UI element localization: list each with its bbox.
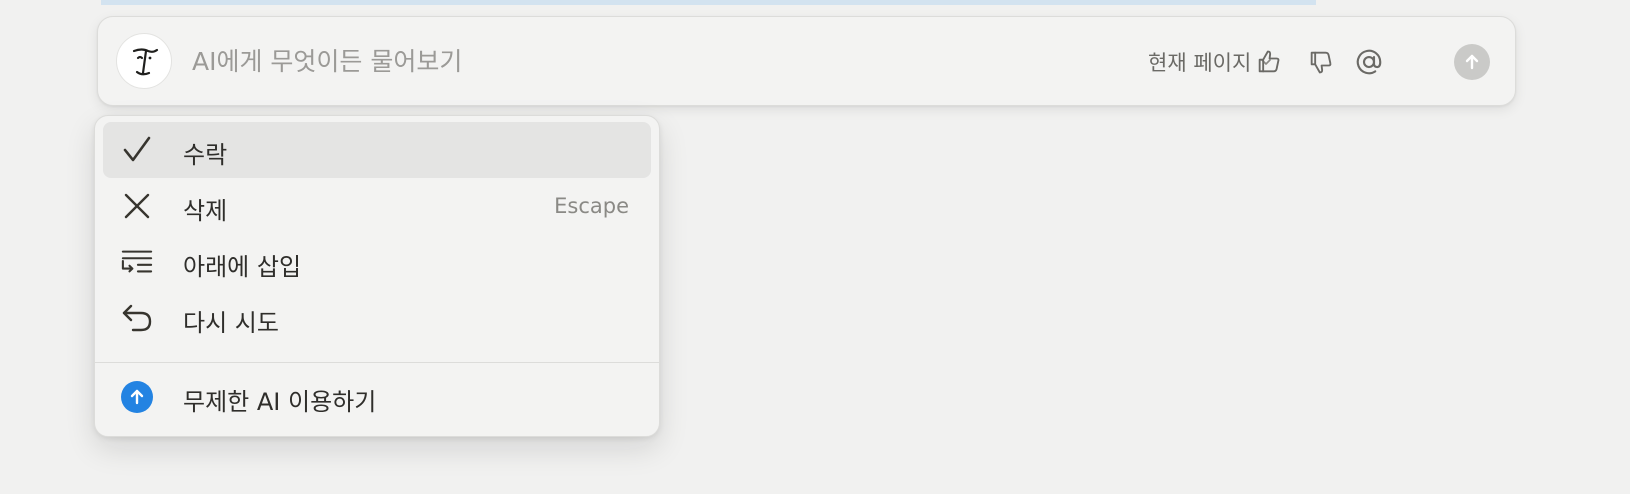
- arrow-up-icon: [1465, 54, 1479, 70]
- ai-prompt-input[interactable]: [192, 41, 992, 81]
- menu-item-label: 수락: [183, 141, 228, 169]
- text-selection-highlight: [101, 0, 1316, 5]
- menu-item-discard[interactable]: 삭제 Escape: [103, 178, 651, 234]
- ai-response-actions-menu: 수락 삭제 Escape 아래에 삽입 다시 시도 무제한 AI 이용하기: [94, 115, 660, 437]
- insert-below-icon: [121, 246, 153, 278]
- close-icon: [121, 190, 153, 222]
- menu-item-upgrade-ai[interactable]: 무제한 AI 이용하기: [103, 369, 651, 425]
- upgrade-arrow-icon: [121, 381, 153, 413]
- thumbs-up-icon[interactable]: [1252, 45, 1286, 79]
- mention-icon[interactable]: [1352, 45, 1386, 79]
- keyboard-shortcut: Escape: [554, 194, 629, 218]
- send-button[interactable]: [1454, 44, 1490, 80]
- menu-item-accept[interactable]: 수락: [103, 122, 651, 178]
- context-scope-label: 현재 페이지: [1148, 51, 1252, 75]
- ai-prompt-bar: 현재 페이지: [97, 16, 1516, 106]
- menu-divider: [95, 362, 659, 363]
- menu-item-label: 무제한 AI 이용하기: [183, 388, 377, 416]
- menu-item-retry[interactable]: 다시 시도: [103, 290, 651, 346]
- notion-ai-face-icon: [116, 33, 172, 89]
- thumbs-down-icon[interactable]: [1304, 45, 1338, 79]
- menu-item-label: 다시 시도: [183, 309, 279, 337]
- retry-icon: [121, 302, 153, 334]
- menu-item-label: 삭제: [183, 197, 228, 225]
- checkmark-icon: [121, 134, 153, 166]
- menu-item-label: 아래에 삽입: [183, 253, 302, 281]
- menu-item-insert-below[interactable]: 아래에 삽입: [103, 234, 651, 290]
